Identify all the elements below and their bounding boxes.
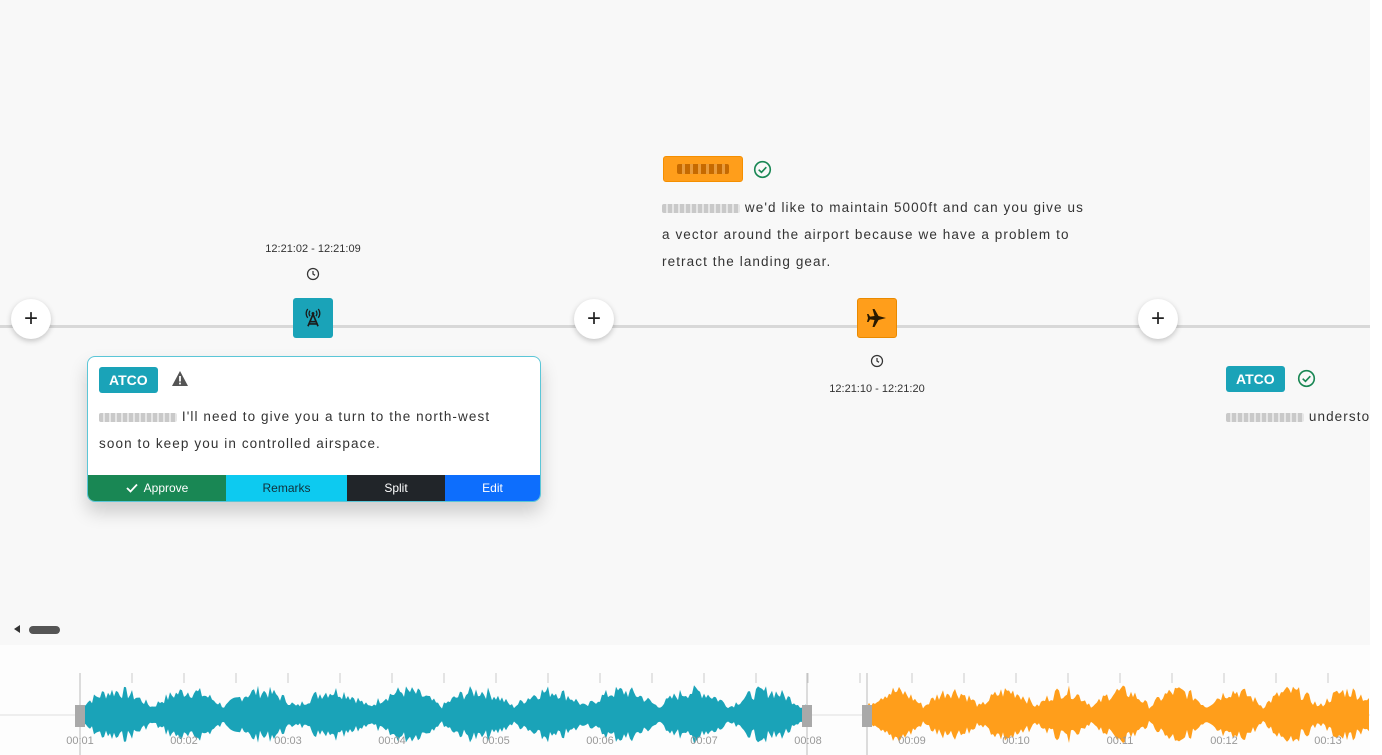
edit-label: Edit (482, 481, 503, 495)
segment-text[interactable]: understo (1226, 403, 1370, 430)
redacted-callsign (662, 203, 740, 213)
segment-text-line: understo (1308, 409, 1370, 424)
segment-node-atco[interactable] (293, 298, 333, 338)
time-tick-label: 00:13 (1314, 735, 1342, 747)
speaker-tag-atco[interactable]: ATCO (1226, 366, 1285, 392)
warning-icon (172, 371, 188, 386)
segment-time-range: 12:21:02 - 12:21:09 (265, 243, 361, 255)
time-tick-label: 00:04 (378, 735, 406, 747)
split-label: Split (384, 481, 408, 495)
edit-button[interactable]: Edit (445, 475, 540, 501)
segment-text[interactable]: we'd like to maintain 5000ft and can you… (662, 194, 1084, 275)
waveform[interactable] (0, 645, 1370, 755)
add-segment-button[interactable]: + (574, 299, 614, 339)
time-tick-label: 00:11 (1106, 735, 1134, 747)
airplane-icon (867, 309, 886, 327)
segment-text-line: soon to keep you in controlled airspace. (99, 436, 381, 451)
redacted-callsign (1226, 412, 1304, 422)
add-segment-button[interactable]: + (1138, 299, 1178, 339)
time-tick-label: 00:12 (1210, 735, 1238, 747)
speaker-tag-atco[interactable]: ATCO (99, 367, 158, 393)
time-tick-label: 00:05 (482, 735, 510, 747)
card-actions: Approve Remarks Split Edit (88, 475, 540, 501)
remarks-button[interactable]: Remarks (226, 475, 347, 501)
region-handle-start[interactable] (75, 705, 85, 727)
clock-icon (870, 354, 884, 368)
region-handle-end[interactable] (802, 705, 812, 727)
right-edge (1370, 0, 1382, 755)
waveform-ticks (79, 673, 1329, 683)
clock-icon (306, 267, 320, 281)
time-tick-label: 00:08 (794, 735, 822, 747)
remarks-label: Remarks (262, 481, 311, 495)
segment-text-line: retract the landing gear. (662, 254, 832, 269)
region-handle-start[interactable] (862, 705, 872, 727)
time-tick-label: 00:06 (586, 735, 614, 747)
time-tick-label: 00:07 (690, 735, 718, 747)
time-tick-label: 00:10 (1002, 735, 1030, 747)
segment-card[interactable]: ATCO I'll need to give you a turn to the… (87, 356, 541, 502)
redacted-callsign (677, 164, 729, 174)
segment-text-line: a vector around the airport because we h… (662, 227, 1070, 242)
split-button[interactable]: Split (347, 475, 445, 501)
approve-button[interactable]: Approve (88, 475, 226, 501)
time-tick-label: 00:03 (274, 735, 302, 747)
add-segment-button[interactable]: + (11, 299, 51, 339)
speaker-tag-pilot[interactable] (663, 156, 743, 182)
segment-text[interactable]: I'll need to give you a turn to the nort… (99, 403, 490, 457)
time-tick-label: 00:01 (66, 735, 94, 747)
segment-node-pilot[interactable] (857, 298, 897, 338)
horizontal-scrollbar-thumb[interactable] (29, 626, 60, 634)
check-circle-icon (1297, 369, 1316, 388)
antenna-icon (305, 308, 321, 327)
segment-text-line: I'll need to give you a turn to the nort… (181, 409, 491, 424)
segment-time-range: 12:21:10 - 12:21:20 (829, 383, 925, 395)
check-icon (126, 483, 138, 493)
time-tick-label: 00:09 (898, 735, 926, 747)
check-circle-icon (753, 160, 772, 179)
redacted-callsign (99, 412, 177, 422)
approve-label: Approve (143, 481, 189, 495)
scroll-left-arrow[interactable] (14, 625, 20, 633)
time-tick-label: 00:02 (170, 735, 198, 747)
segment-text-line: we'd like to maintain 5000ft and can you… (744, 200, 1084, 215)
